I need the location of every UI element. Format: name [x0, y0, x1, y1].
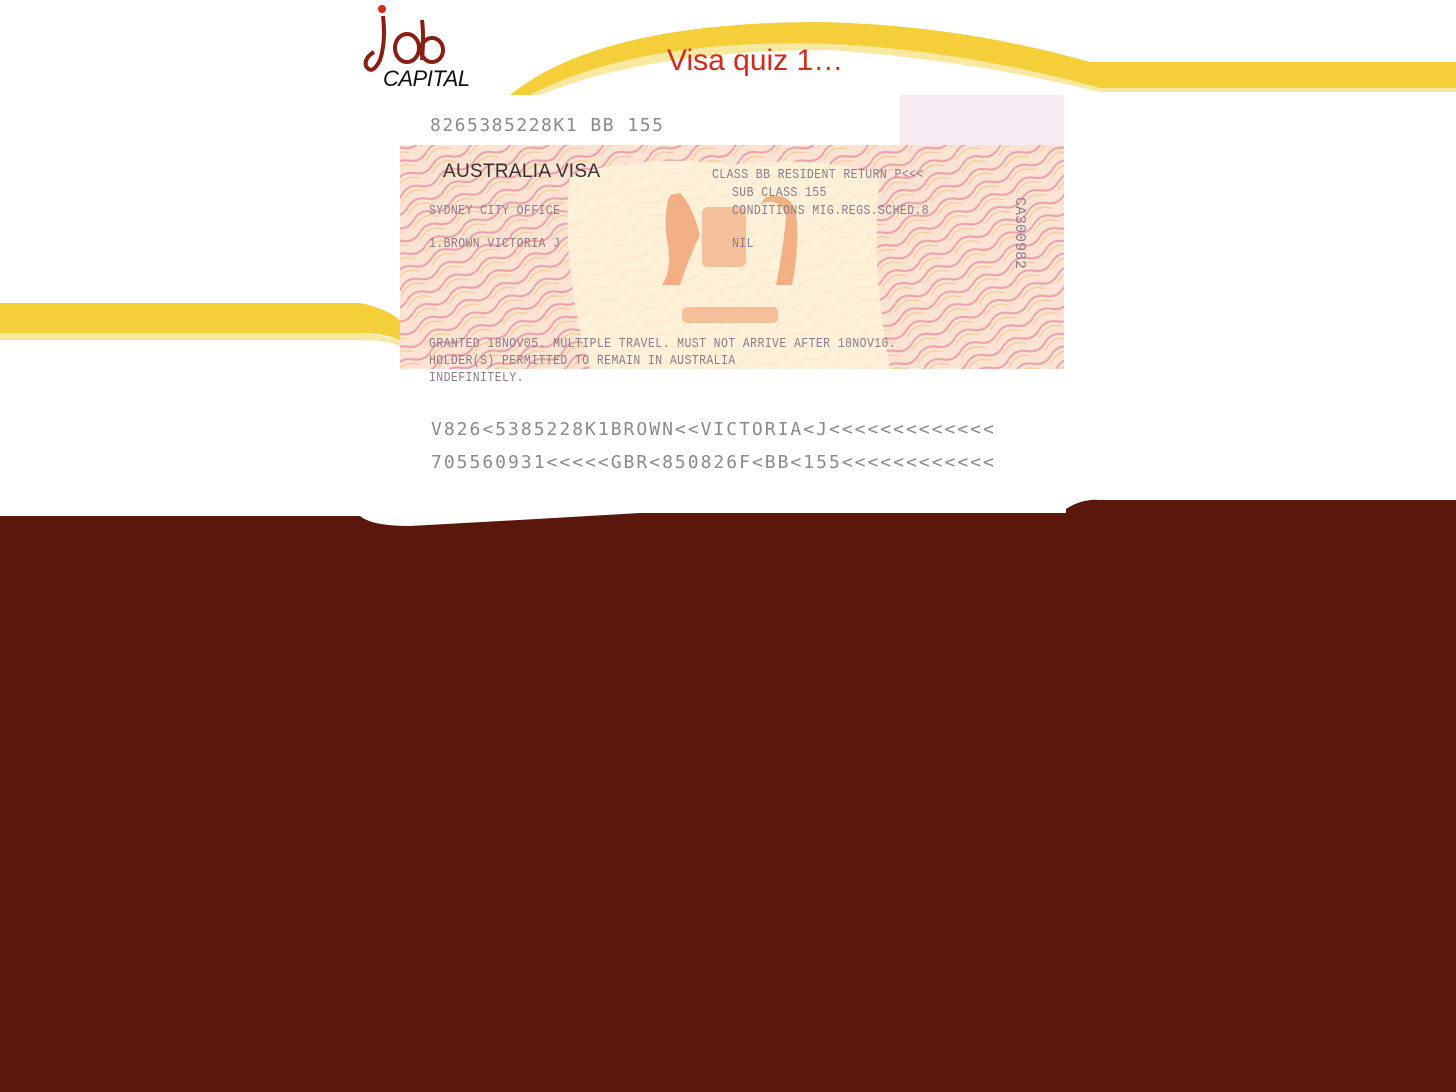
- visa-number: 8265385228K1 BB 155: [430, 115, 665, 136]
- visa-serial-number: CA300982: [1011, 197, 1028, 270]
- visa-top-pink-stamp: [900, 95, 1064, 145]
- visa-grant-line-2: HOLDER(S) PERMITTED TO REMAIN IN AUSTRAL…: [429, 353, 736, 369]
- visa-subclass-line: SUB CLASS 155: [732, 185, 827, 201]
- visa-conditions-value: NIL: [732, 236, 754, 252]
- visa-mrz-line-2: 705560931<<<<<GBR<850826F<BB<155<<<<<<<<…: [431, 452, 996, 473]
- visa-holder-name: 1.BROWN VICTORIA J: [429, 236, 561, 252]
- logo-dot: [378, 5, 386, 13]
- visa-grant-line-1: GRANTED 18NOV05. MULTIPLE TRAVEL. MUST N…: [429, 336, 897, 352]
- visa-heading: AUSTRALIA VISA: [443, 161, 601, 182]
- visa-grant-line-3: INDEFINITELY.: [429, 370, 524, 386]
- gold-band-left-shadow: [0, 333, 410, 350]
- visa-mrz-line-1: V826<5385228K1BROWN<<VICTORIA<J<<<<<<<<<…: [431, 419, 996, 440]
- slide-title: Visa quiz 1…: [667, 44, 844, 77]
- logo-j-stroke: [363, 15, 386, 72]
- logo-wordmark: CAPITAL: [383, 66, 470, 91]
- visa-class-line: CLASS BB RESIDENT RETURN P<<<: [712, 167, 924, 183]
- arms-scroll: [682, 307, 778, 323]
- logo-o: [393, 32, 421, 64]
- maroon-footer-band: [0, 499, 1456, 1092]
- visa-conditions-line: CONDITIONS MIG.REGS.SCHED.8: [732, 203, 930, 219]
- visa-issuing-office: SYDNEY CITY OFFICE: [429, 203, 561, 219]
- visa-background-art: [400, 95, 1064, 369]
- visa-image: 8265385228K1 BB 155 AUSTRALIA VISA CLASS…: [400, 95, 1066, 513]
